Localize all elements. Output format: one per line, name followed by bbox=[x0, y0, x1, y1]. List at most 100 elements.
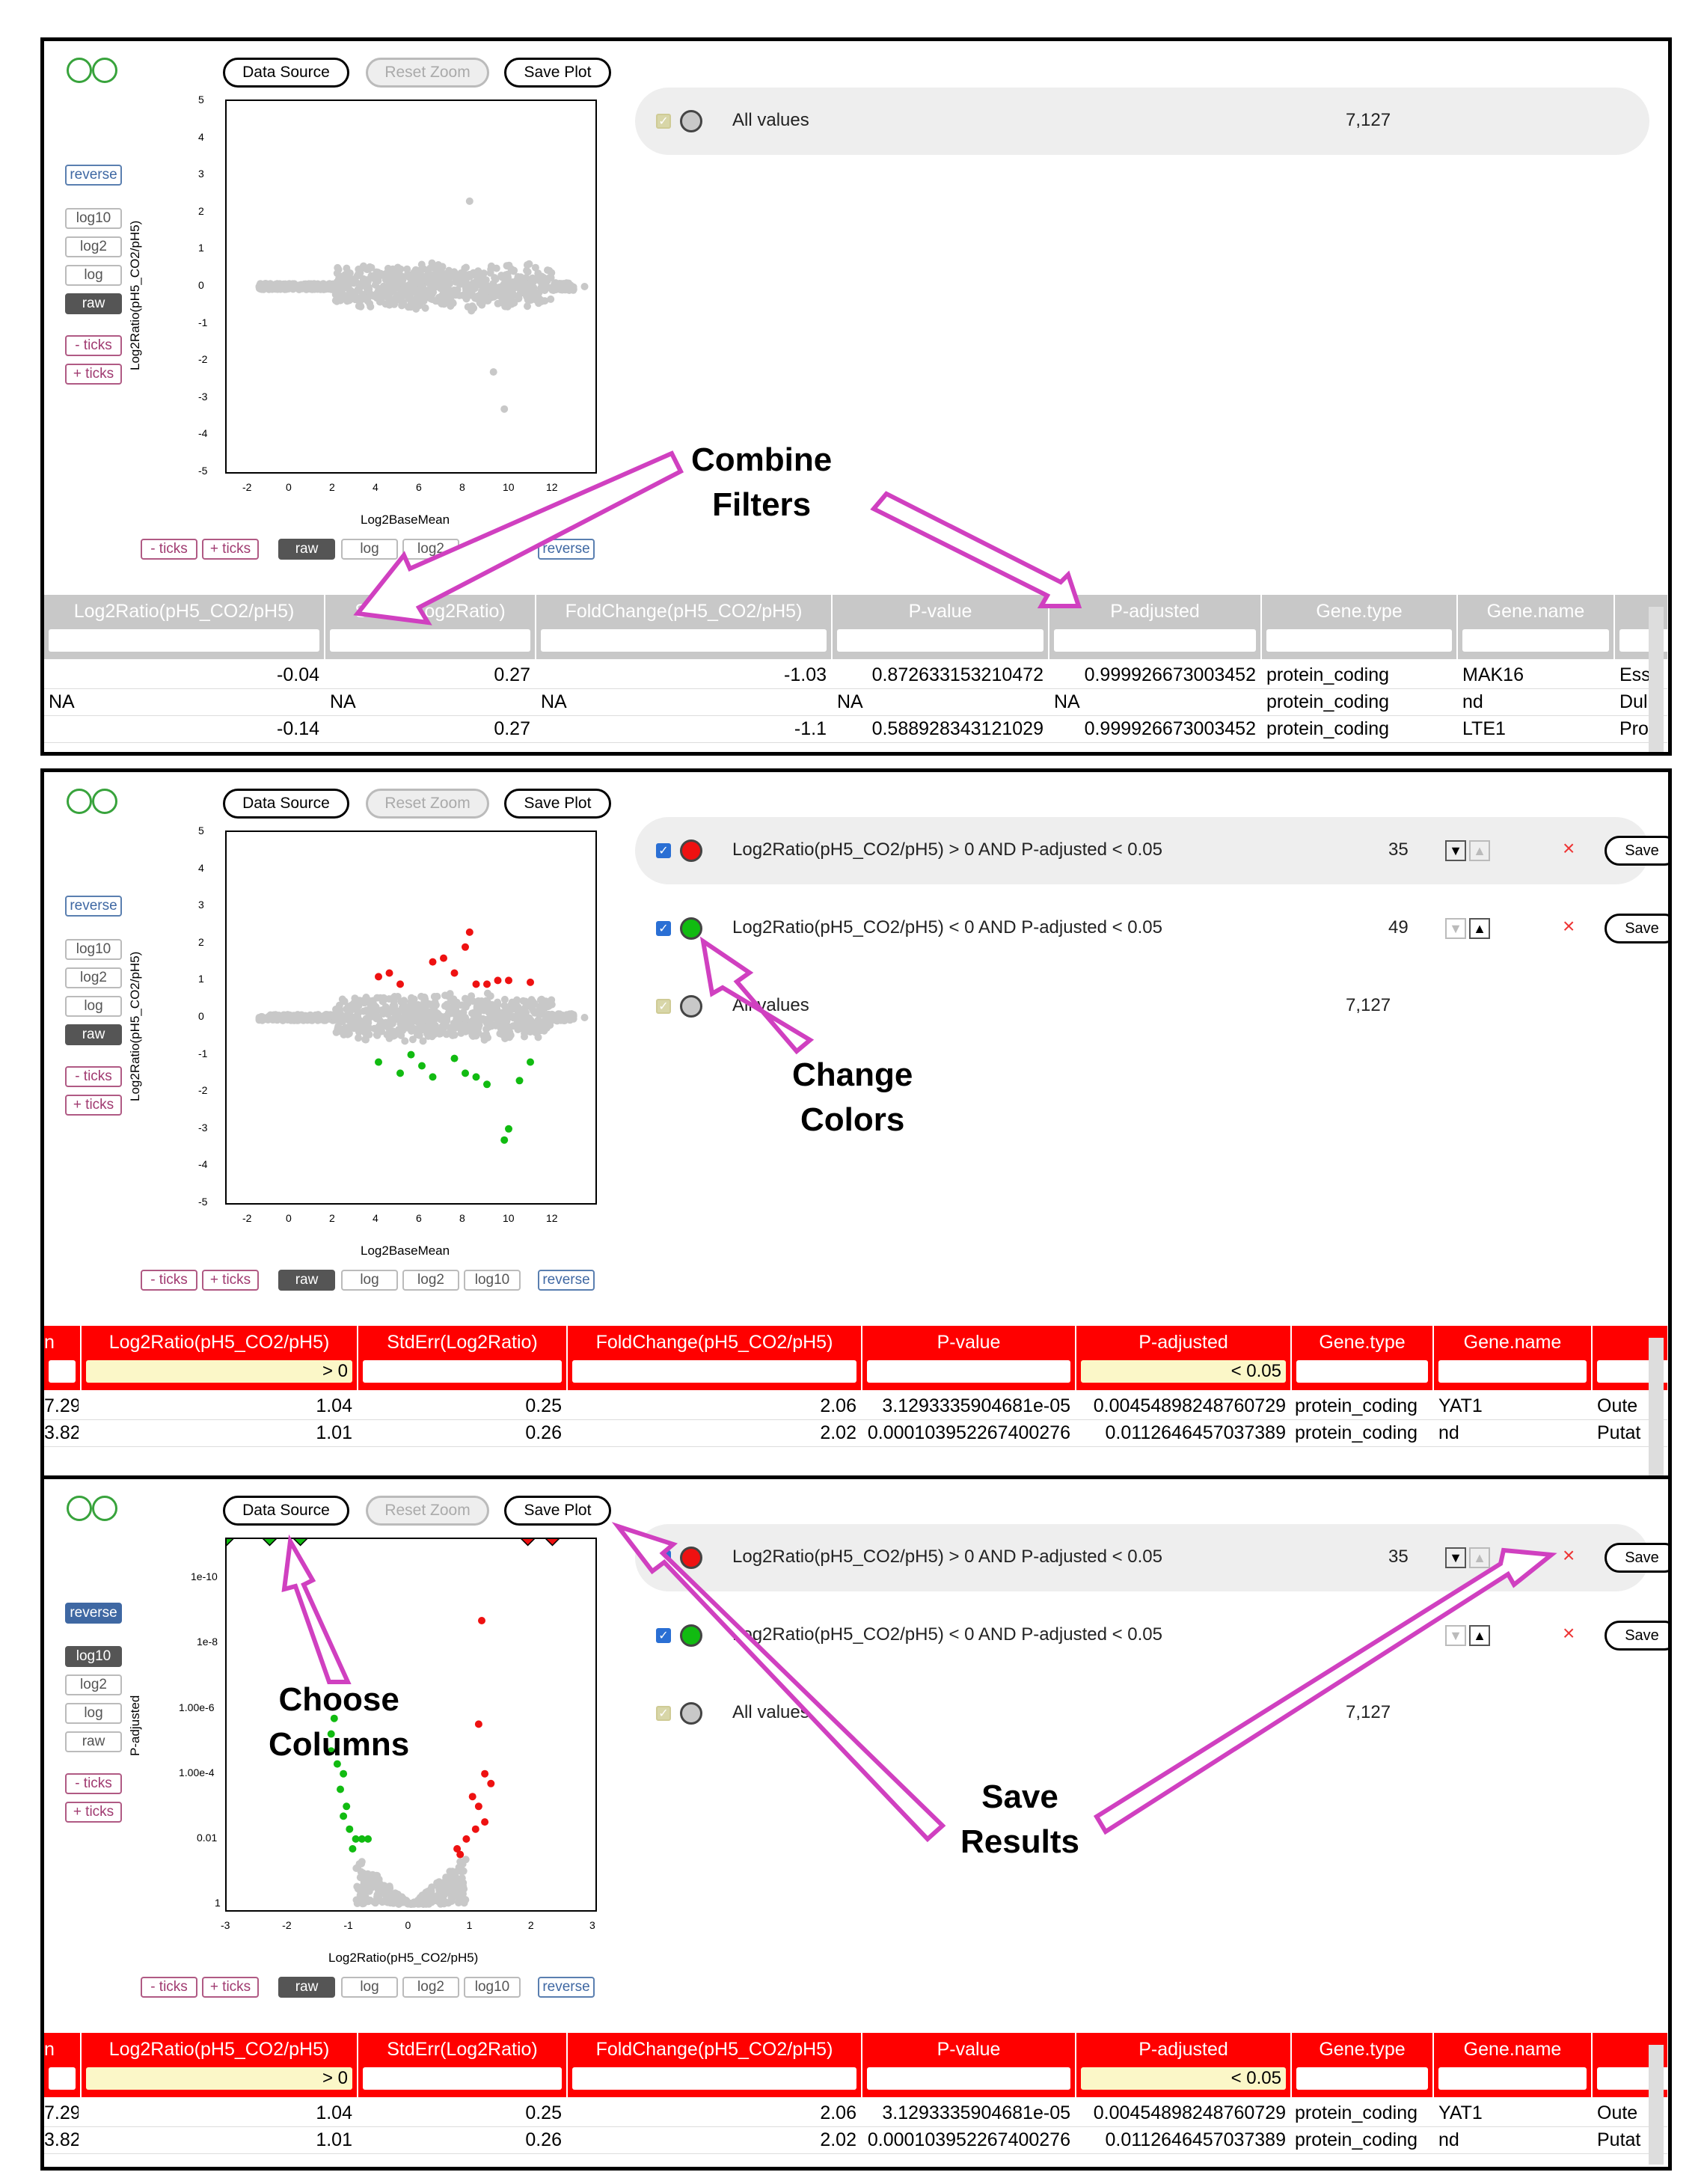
column-filter-input[interactable] bbox=[49, 1360, 76, 1383]
column-header[interactable]: Gene.type bbox=[1292, 1326, 1434, 1390]
move-down-icon[interactable]: ▼ bbox=[1445, 840, 1466, 861]
table-row[interactable]: NA NA NA NA NA protein_coding nd Dul bbox=[44, 689, 1667, 716]
column-filter-input[interactable]: < 0.05 bbox=[1081, 1360, 1286, 1383]
y-log10-button[interactable]: log10 bbox=[65, 939, 122, 960]
y-log10-button[interactable]: log10 bbox=[65, 1646, 122, 1667]
move-up-icon[interactable]: ▲ bbox=[1469, 840, 1490, 861]
delete-filter-icon[interactable]: × bbox=[1563, 914, 1575, 938]
x-plus-ticks-button[interactable]: + ticks bbox=[202, 1270, 259, 1291]
column-header[interactable]: n bbox=[44, 1326, 82, 1390]
column-filter-input[interactable] bbox=[541, 629, 827, 652]
move-down-icon[interactable]: ▼ bbox=[1445, 1625, 1466, 1646]
save-results-button[interactable]: Save bbox=[1605, 1543, 1668, 1573]
y-log-button[interactable]: log bbox=[65, 1703, 122, 1724]
column-header[interactable]: StdErr(Log2Ratio) bbox=[358, 2033, 568, 2097]
x-reverse-button[interactable]: reverse bbox=[538, 539, 595, 560]
filter-color-dot[interactable] bbox=[680, 1624, 702, 1647]
x-minus-ticks-button[interactable]: - ticks bbox=[141, 1270, 197, 1291]
filter-checkbox[interactable]: ✓ bbox=[656, 1706, 671, 1721]
y-log2-button[interactable]: log2 bbox=[65, 236, 122, 257]
ma-plot-svg[interactable] bbox=[227, 101, 595, 472]
x-log-button[interactable]: log bbox=[341, 1270, 398, 1291]
table-row[interactable]: 7.29 1.04 0.25 2.06 3.1293335904681e-05 … bbox=[44, 1393, 1667, 1420]
column-filter-input[interactable] bbox=[572, 2067, 856, 2090]
move-up-icon[interactable]: ▲ bbox=[1469, 918, 1490, 939]
move-up-icon[interactable]: ▲ bbox=[1469, 1547, 1490, 1568]
column-header[interactable]: Gene.name bbox=[1458, 595, 1615, 659]
column-header[interactable]: P-adjusted < 0.05 bbox=[1076, 1326, 1292, 1390]
column-filter-input[interactable] bbox=[1296, 2067, 1428, 2090]
column-header[interactable]: FoldChange(pH5_CO2/pH5) bbox=[568, 1326, 862, 1390]
move-down-icon[interactable]: ▼ bbox=[1445, 1547, 1466, 1568]
data-source-button[interactable]: Data Source bbox=[223, 789, 349, 819]
ma-plot-area[interactable] bbox=[225, 100, 597, 474]
reset-zoom-button[interactable]: Reset Zoom bbox=[366, 58, 489, 88]
column-header[interactable]: StdErr(Log2Ratio) bbox=[358, 1326, 568, 1390]
y-log2-button[interactable]: log2 bbox=[65, 1674, 122, 1695]
column-header[interactable]: StdErr(Log2Ratio) bbox=[325, 595, 536, 659]
delete-filter-icon[interactable]: × bbox=[1563, 1621, 1575, 1645]
x-minus-ticks-button[interactable]: - ticks bbox=[141, 1977, 197, 1998]
x-minus-ticks-button[interactable]: - ticks bbox=[141, 539, 197, 560]
x-reverse-button[interactable]: reverse bbox=[538, 1977, 595, 1998]
x-reverse-button[interactable]: reverse bbox=[538, 1270, 595, 1291]
save-results-button[interactable]: Save bbox=[1605, 1621, 1668, 1651]
ma-plot-area[interactable] bbox=[225, 831, 597, 1205]
save-results-button[interactable]: Save bbox=[1605, 914, 1668, 943]
column-filter-input[interactable] bbox=[1438, 1360, 1587, 1383]
column-header[interactable]: Log2Ratio(pH5_CO2/pH5) > 0 bbox=[82, 2033, 358, 2097]
x-log10-button[interactable]: log10 bbox=[464, 1977, 521, 1998]
x-plus-ticks-button[interactable]: + ticks bbox=[202, 1977, 259, 1998]
x-plus-ticks-button[interactable]: + ticks bbox=[202, 539, 259, 560]
x-log-button[interactable]: log bbox=[341, 1977, 398, 1998]
save-plot-button[interactable]: Save Plot bbox=[504, 1496, 611, 1526]
x-log10-button[interactable]: log10 bbox=[464, 1270, 521, 1291]
column-header[interactable]: Gene.type bbox=[1292, 2033, 1434, 2097]
table-row[interactable]: 7.29 1.04 0.25 2.06 3.1293335904681e-05 … bbox=[44, 2100, 1667, 2127]
filter-row-all-values[interactable]: ✓ All values 7,127 bbox=[635, 1680, 1649, 1747]
column-header[interactable]: Gene.name bbox=[1434, 2033, 1593, 2097]
filter-row-up[interactable]: ✓ Log2Ratio(pH5_CO2/pH5) > 0 AND P-adjus… bbox=[635, 817, 1668, 884]
column-header[interactable]: P-value bbox=[862, 1326, 1076, 1390]
y-raw-button[interactable]: raw bbox=[65, 293, 122, 314]
filter-checkbox[interactable]: ✓ bbox=[656, 999, 671, 1014]
delete-filter-icon[interactable]: × bbox=[1563, 1544, 1575, 1567]
column-header[interactable]: Gene.name bbox=[1434, 1326, 1593, 1390]
column-filter-input[interactable] bbox=[867, 2067, 1070, 2090]
column-filter-input[interactable] bbox=[1054, 629, 1256, 652]
column-header[interactable]: Log2Ratio(pH5_CO2/pH5) bbox=[44, 595, 325, 659]
filter-color-dot[interactable] bbox=[680, 1702, 702, 1725]
x-log2-button[interactable]: log2 bbox=[402, 539, 459, 560]
column-filter-input[interactable] bbox=[1266, 629, 1452, 652]
filter-row-up[interactable]: ✓ Log2Ratio(pH5_CO2/pH5) > 0 AND P-adjus… bbox=[635, 1524, 1668, 1591]
y-log-button[interactable]: log bbox=[65, 265, 122, 286]
save-plot-button[interactable]: Save Plot bbox=[504, 789, 611, 819]
column-filter-input[interactable]: > 0 bbox=[86, 2067, 352, 2090]
save-results-button[interactable]: Save bbox=[1605, 836, 1668, 866]
reset-zoom-button[interactable]: Reset Zoom bbox=[366, 789, 489, 819]
column-header[interactable]: P-value bbox=[862, 2033, 1076, 2097]
filter-color-dot[interactable] bbox=[680, 917, 702, 940]
y-log2-button[interactable]: log2 bbox=[65, 967, 122, 988]
y-plus-ticks-button[interactable]: + ticks bbox=[65, 1095, 122, 1116]
y-raw-button[interactable]: raw bbox=[65, 1731, 122, 1752]
y-reverse-button[interactable]: reverse bbox=[65, 896, 122, 917]
delete-filter-icon[interactable]: × bbox=[1563, 836, 1575, 860]
column-header[interactable]: Gene.type bbox=[1262, 595, 1458, 659]
column-header[interactable]: n bbox=[44, 2033, 82, 2097]
filter-row-all-values[interactable]: ✓ All values 7,127 bbox=[635, 88, 1649, 155]
filter-color-dot[interactable] bbox=[680, 1547, 702, 1569]
y-plus-ticks-button[interactable]: + ticks bbox=[65, 364, 122, 385]
table-row[interactable]: -0.14 0.27 -1.1 0.588928343121029 0.9999… bbox=[44, 716, 1667, 743]
y-raw-button[interactable]: raw bbox=[65, 1024, 122, 1045]
x-raw-button[interactable]: raw bbox=[278, 539, 335, 560]
x-raw-button[interactable]: raw bbox=[278, 1270, 335, 1291]
column-filter-input[interactable] bbox=[49, 629, 319, 652]
column-header[interactable]: FoldChange(pH5_CO2/pH5) bbox=[568, 2033, 862, 2097]
table-scrollbar[interactable] bbox=[1649, 1338, 1664, 1479]
x-log2-button[interactable]: log2 bbox=[402, 1977, 459, 1998]
filter-color-dot[interactable] bbox=[680, 839, 702, 862]
column-filter-input[interactable]: > 0 bbox=[86, 1360, 352, 1383]
y-minus-ticks-button[interactable]: - ticks bbox=[65, 1066, 122, 1087]
column-filter-input[interactable] bbox=[330, 629, 530, 652]
